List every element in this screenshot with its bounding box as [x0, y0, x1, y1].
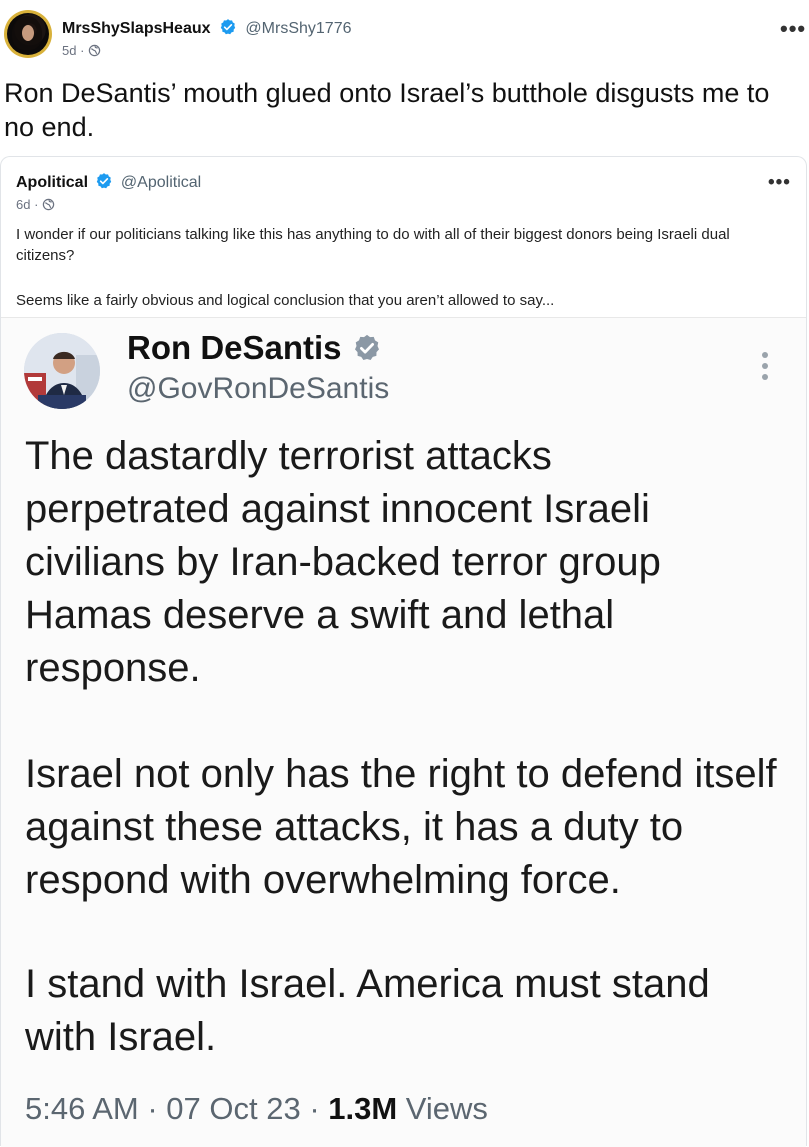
quote-text-paragraph-1: I wonder if our politicians talking like…: [16, 226, 730, 264]
embedded-author-name: Ron DeSantis: [127, 329, 342, 366]
embedded-author-line: Ron DeSantis: [127, 329, 382, 367]
quote-author-line: Apolitical @Apolitical: [16, 172, 201, 192]
post-meta: 5d ·: [62, 43, 101, 58]
post-age[interactable]: 5d: [62, 43, 76, 58]
quote-meta: 6d ·: [16, 197, 55, 212]
globe-icon: [42, 198, 55, 211]
verified-badge-icon: [97, 173, 112, 189]
embedded-views-label: Views: [397, 1091, 488, 1126]
author-name[interactable]: MrsShySlapsHeaux: [62, 20, 211, 37]
embedded-paragraph-2: Israel not only has the right to defend …: [25, 752, 777, 902]
post-text: Ron DeSantis’ mouth glued onto Israel’s …: [4, 78, 770, 142]
globe-icon: [88, 44, 101, 57]
post-more-dots-icon[interactable]: •••: [780, 18, 806, 40]
verified-badge-icon: [355, 334, 379, 360]
quote-author-handle[interactable]: @Apolitical: [121, 174, 201, 191]
embedded-paragraph-3: I stand with Israel. America must stand …: [25, 962, 710, 1059]
quote-text-paragraph-2: Seems like a fairly obvious and logical …: [16, 292, 555, 309]
quote-age[interactable]: 6d: [16, 197, 30, 212]
post-author-line: MrsShySlapsHeaux @MrsShy1776: [62, 18, 351, 38]
meta-separator: ·: [34, 197, 39, 212]
quote-more-dots-icon[interactable]: •••: [768, 173, 791, 192]
author-handle[interactable]: @MrsShy1776: [245, 20, 351, 37]
embedded-author-handle: @GovRonDeSantis: [127, 372, 390, 405]
embedded-time: 5:46 AM · 07 Oct 23 ·: [25, 1091, 329, 1126]
embedded-timestamp-line: 5:46 AM · 07 Oct 23 · 1.3M Views: [25, 1091, 488, 1127]
meta-separator: ·: [80, 43, 85, 58]
verified-badge-icon: [220, 19, 236, 35]
embedded-paragraph-1: The dastardly terrorist attacks perpetra…: [25, 434, 661, 690]
kebab-icon: [762, 352, 768, 385]
quote-author-name[interactable]: Apolitical: [16, 174, 88, 191]
embedded-views-count: 1.3M: [328, 1091, 398, 1126]
author-avatar[interactable]: [4, 10, 52, 58]
embedded-author-avatar: [24, 333, 100, 409]
